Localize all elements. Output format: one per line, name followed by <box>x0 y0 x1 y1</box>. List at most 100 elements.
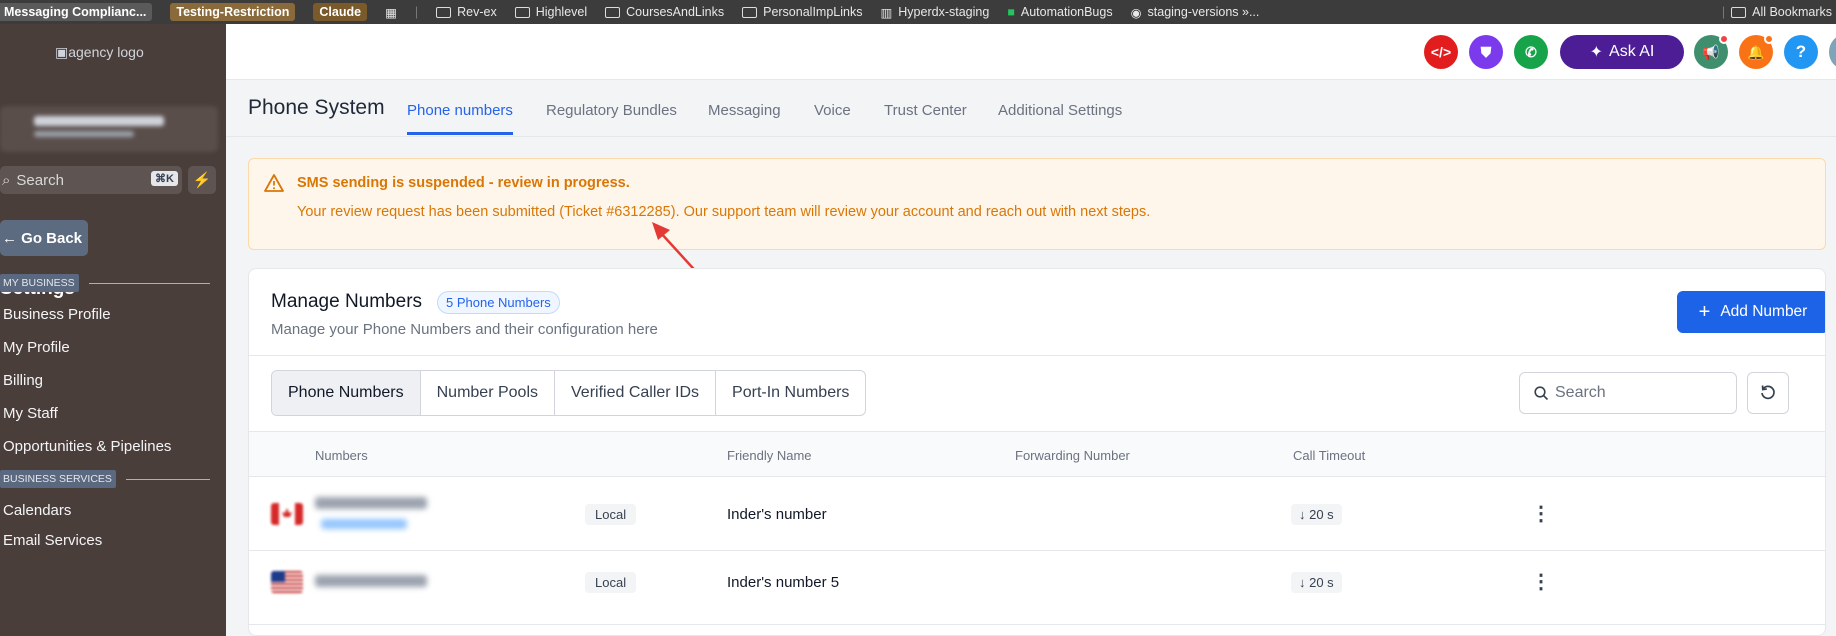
help-icon[interactable]: ? <box>1784 35 1818 69</box>
col-forwarding-number: Forwarding Number <box>1015 448 1130 463</box>
phone-number-blurred <box>315 575 427 587</box>
bookmark-folder[interactable]: CoursesAndLinks <box>605 5 724 19</box>
megaphone-icon[interactable]: 📢 <box>1694 34 1729 69</box>
phone-count-badge: 5 Phone Numbers <box>437 291 560 314</box>
sidebar-item-billing[interactable]: Billing <box>3 372 43 389</box>
warning-icon <box>264 174 284 192</box>
bookmark-tag[interactable]: Claude <box>313 3 368 21</box>
call-timeout-badge: ↓ 20 s <box>1291 504 1342 525</box>
canada-flag-icon <box>271 503 303 525</box>
apps-grid-icon[interactable]: ▦ <box>385 5 397 20</box>
bookmark-link[interactable]: ◉ staging-versions »... <box>1131 5 1260 20</box>
sheets-icon: ■ <box>1007 5 1015 19</box>
plus-icon: + <box>1698 300 1711 323</box>
bell-icon[interactable]: 🔔 <box>1739 34 1774 69</box>
col-numbers: Numbers <box>315 448 368 463</box>
code-icon[interactable]: </> <box>1424 35 1458 69</box>
page-title: Phone System <box>248 96 385 119</box>
table-row[interactable]: Local Inder's number 5 ↓ 20 s ⋮ <box>249 551 1825 625</box>
segment-phone-numbers[interactable]: Phone Numbers <box>272 371 420 415</box>
alert-title: SMS sending is suspended - review in pro… <box>297 175 630 191</box>
folder-icon <box>605 6 621 18</box>
sidebar: ▣agency logo ⌕ Search ⌘K ⚡ ← Go Back Set… <box>0 24 226 636</box>
more-options-icon[interactable]: ⋮ <box>1531 501 1551 526</box>
table-header: Numbers Friendly Name Forwarding Number … <box>249 431 1825 477</box>
segment-verified-caller-ids[interactable]: Verified Caller IDs <box>554 371 715 415</box>
more-options-icon[interactable]: ⋮ <box>1531 569 1551 594</box>
sidebar-item-email-services[interactable]: Email Services <box>3 532 102 549</box>
search-input[interactable]: Search <box>1519 372 1737 414</box>
shield-icon[interactable]: ⛊ <box>1469 35 1503 69</box>
bookmark-link[interactable]: ▥ Hyperdx-staging <box>880 5 989 20</box>
bolt-icon[interactable]: ⚡ <box>188 166 216 194</box>
search-icon: ⌕ <box>2 171 11 189</box>
go-back-button[interactable]: ← Go Back <box>0 220 88 256</box>
favicon-icon: ◉ <box>1130 5 1142 20</box>
tab-regulatory-bundles[interactable]: Regulatory Bundles <box>546 102 677 119</box>
friendly-name: Inder's number 5 <box>727 574 840 591</box>
manage-numbers-subtitle: Manage your Phone Numbers and their conf… <box>271 321 658 338</box>
bookmark-tag[interactable]: Testing-Restriction <box>170 3 296 21</box>
col-friendly-name: Friendly Name <box>727 448 812 463</box>
main-content: Phone System Phone numbers Regulatory Bu… <box>226 80 1836 636</box>
phone-number-blurred <box>315 497 427 509</box>
notification-dot <box>1764 34 1774 44</box>
section-business-services: BUSINESS SERVICES <box>0 470 210 488</box>
folder-icon <box>742 6 758 18</box>
friendly-name: Inder's number <box>727 506 827 523</box>
add-number-button[interactable]: + Add Number <box>1677 291 1825 333</box>
segment-port-in-numbers[interactable]: Port-In Numbers <box>715 371 865 415</box>
bookmark-tag[interactable]: Messaging Complianc... <box>0 3 153 21</box>
manage-numbers-title: Manage Numbers <box>271 291 423 312</box>
card-divider <box>249 355 1825 356</box>
sidebar-item-my-profile[interactable]: My Profile <box>3 339 70 356</box>
all-bookmarks[interactable]: | All Bookmarks <box>1722 5 1832 19</box>
tab-messaging[interactable]: Messaging <box>708 102 781 119</box>
bookmark-folder[interactable]: Rev-ex <box>436 5 497 19</box>
alert-body: Your review request has been submitted (… <box>297 204 1151 220</box>
us-flag-icon <box>271 571 303 593</box>
tab-phone-numbers[interactable]: Phone numbers <box>407 102 513 119</box>
bookmark-folder[interactable]: PersonalImpLinks <box>742 5 862 19</box>
sidebar-item-calendars[interactable]: Calendars <box>3 502 71 519</box>
tab-additional-settings[interactable]: Additional Settings <box>998 102 1122 119</box>
account-switcher[interactable] <box>0 106 218 152</box>
segment-number-pools[interactable]: Number Pools <box>419 371 554 415</box>
bookmarks-bar: Messaging Complianc... Testing-Restricti… <box>0 0 1836 24</box>
sidebar-item-opportunities[interactable]: Opportunities & Pipelines <box>3 438 171 455</box>
refresh-icon <box>1761 385 1775 400</box>
sidebar-item-my-staff[interactable]: My Staff <box>3 405 58 422</box>
shortcut-badge: ⌘K <box>151 171 178 186</box>
col-call-timeout: Call Timeout <box>1293 448 1366 463</box>
sparkle-icon: ✦ <box>1589 44 1604 61</box>
default-number-label <box>321 519 407 529</box>
agency-logo: ▣agency logo <box>55 44 144 60</box>
table-row[interactable]: Local Inder's number ↓ 20 s ⋮ <box>249 477 1825 551</box>
folder-icon <box>514 6 530 18</box>
manage-numbers-card: Manage Numbers 5 Phone Numbers Manage yo… <box>248 268 1826 636</box>
folder-icon <box>1731 6 1747 18</box>
bookmark-link[interactable]: ■ AutomationBugs <box>1007 5 1112 19</box>
number-type-badge: Local <box>585 572 637 593</box>
tab-voice[interactable]: Voice <box>814 102 851 119</box>
call-timeout-badge: ↓ 20 s <box>1291 572 1342 593</box>
active-tab-indicator <box>407 132 513 135</box>
avatar[interactable]: IA <box>1829 35 1836 69</box>
section-my-business: MY BUSINESS <box>0 274 210 292</box>
top-bar: </> ⛊ ✆ ✦Ask AI 📢 🔔 ? IA <box>226 24 1836 80</box>
sidebar-item-business-profile[interactable]: Business Profile <box>3 306 111 323</box>
document-icon: ▥ <box>880 5 893 20</box>
folder-icon <box>436 6 452 18</box>
search-icon <box>1534 385 1549 400</box>
bookmark-folder[interactable]: Highlevel <box>514 5 587 19</box>
number-type-segments: Phone Numbers Number Pools Verified Call… <box>271 370 867 416</box>
tab-divider <box>226 136 1836 137</box>
refresh-button[interactable] <box>1747 372 1789 414</box>
number-type-badge: Local <box>585 504 637 525</box>
notification-dot <box>1719 34 1729 44</box>
sms-suspended-alert: SMS sending is suspended - review in pro… <box>248 158 1826 250</box>
tab-trust-center[interactable]: Trust Center <box>884 102 967 119</box>
sidebar-search[interactable]: ⌕ Search ⌘K <box>0 166 182 194</box>
ask-ai-button[interactable]: ✦ Ask AI <box>1560 35 1684 69</box>
phone-icon[interactable]: ✆ <box>1514 35 1548 69</box>
